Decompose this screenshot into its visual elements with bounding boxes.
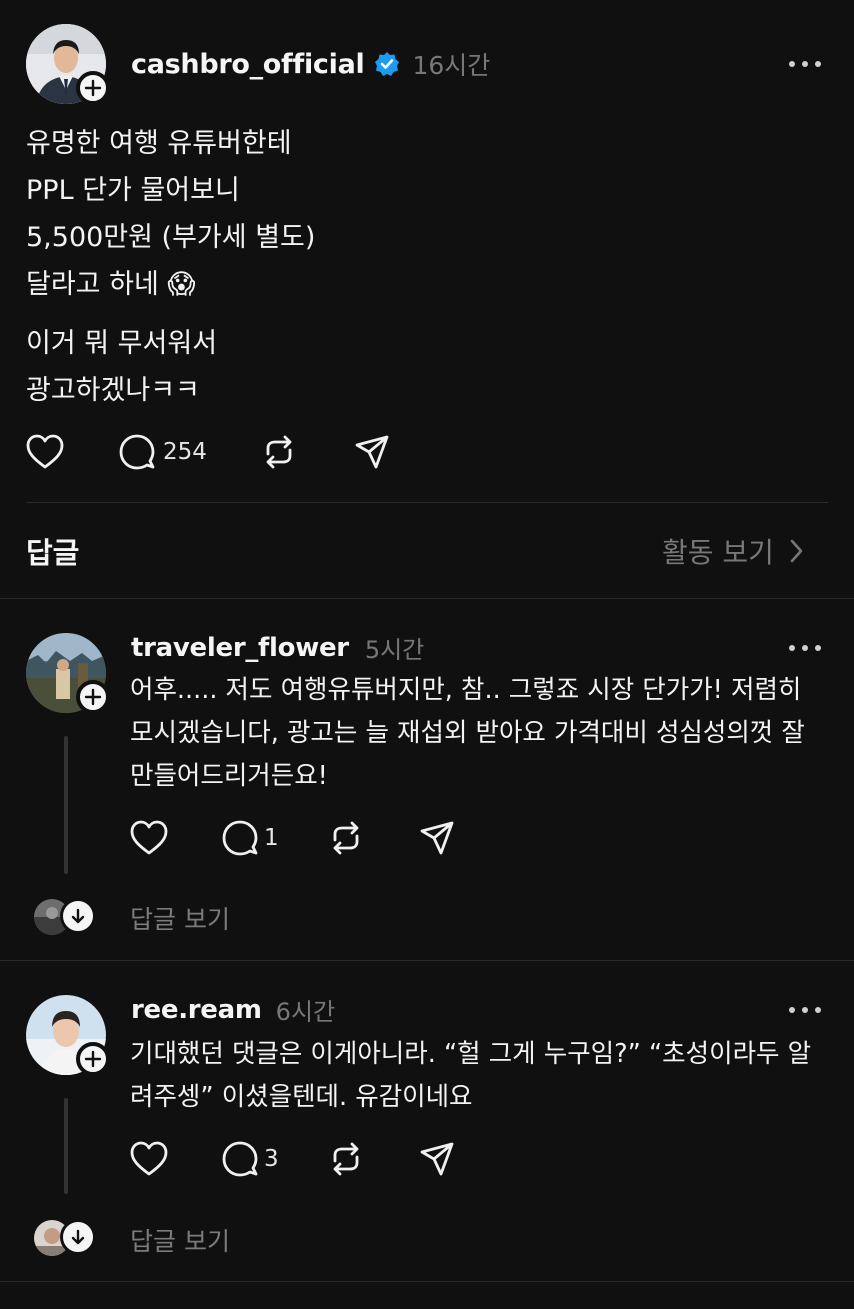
reply2-repost-button[interactable] [327,1141,365,1177]
repost-icon [333,1142,359,1176]
reply1-comment-button[interactable]: 1 [222,820,279,856]
follow-plus-button[interactable] [76,71,110,105]
reply1-share-button[interactable] [419,820,455,856]
activity-label: 활동 보기 [662,536,774,569]
reply2-share-button[interactable] [419,1141,455,1177]
reply2-comment-count: 3 [264,1146,279,1172]
reply1-time: 5시간 [364,636,425,664]
plus-icon [84,1050,102,1068]
verified-badge-icon [374,51,400,77]
like-button[interactable] [26,434,64,470]
post-actions: 254 [26,434,390,470]
post-line-3: 5,500만원 (부가세 별도) [26,222,316,253]
post-line-4: 달라고 하네 😱 [26,269,196,300]
reply1-expand-button[interactable] [60,898,96,934]
reply1-like-button[interactable] [130,820,168,856]
heart-icon [26,434,64,469]
post-line-2: PPL 단가 물어보니 [26,175,240,206]
arrow-down-icon [71,1229,85,1245]
reply2-more-options-icon[interactable] [789,1005,821,1015]
comment-bubble-icon [119,434,155,470]
post-line-5: 이거 뭐 무서워서 [26,328,218,359]
reply2-see-replies-link[interactable]: 답글 보기 [130,1222,230,1258]
comment-button[interactable]: 254 [119,434,207,470]
chevron-right-icon [790,539,803,563]
reply2-time: 6시간 [275,998,336,1026]
post-line-1: 유명한 여행 유튜버한테 [26,128,292,159]
reply2-divider [0,1281,854,1282]
reply2-follow-plus-button[interactable] [76,1042,110,1076]
plus-icon [84,79,102,97]
reply2-thread-line [64,1098,68,1194]
reply2-username[interactable]: ree.ream [131,995,262,1025]
reply1-thread-line [64,736,68,874]
reply1-comment-count: 1 [264,825,279,851]
comment-bubble-icon [222,820,258,856]
plus-icon [84,688,102,706]
reply1-actions: 1 [130,820,455,856]
header-divider [0,598,854,599]
share-button[interactable] [354,434,390,470]
reply1-repost-button[interactable] [327,820,365,856]
repost-icon [266,435,292,469]
replies-title: 답글 [26,536,80,570]
send-icon [420,821,454,855]
post-more-options-icon[interactable] [789,59,821,69]
send-icon [420,1142,454,1176]
activity-link[interactable]: 활동 보기 [662,531,806,571]
repost-icon [333,821,359,855]
reply1-more-options-icon[interactable] [789,643,821,653]
reply1-follow-plus-button[interactable] [76,680,110,714]
post-username[interactable]: cashbro_official [131,49,365,80]
heart-icon [130,820,168,855]
comment-count: 254 [163,439,207,465]
reply2-actions: 3 [130,1141,455,1177]
reply2-comment-button[interactable]: 3 [222,1141,279,1177]
reply2-expand-button[interactable] [60,1219,96,1255]
send-icon [355,435,389,469]
post-line-6: 광고하겠나ㅋㅋ [26,375,200,406]
reply1-see-replies-link[interactable]: 답글 보기 [130,900,230,936]
arrow-down-icon [71,908,85,924]
reply1-username[interactable]: traveler_flower [131,633,349,663]
reply2-like-button[interactable] [130,1141,168,1177]
comment-bubble-icon [222,1141,258,1177]
post-divider [26,502,828,503]
reply1-divider [0,960,854,961]
post-time: 16시간 [412,51,491,80]
heart-icon [130,1141,168,1176]
reply1-text: 어후..... 저도 여행유튜버지만, 참.. 그렇죠 시장 단가가! 저렴히 … [130,675,805,791]
repost-button[interactable] [260,434,298,470]
reply2-text: 기대했던 댓글은 이게아니라. “헐 그게 누구임?” “초성이라두 알려주셍”… [130,1039,812,1112]
